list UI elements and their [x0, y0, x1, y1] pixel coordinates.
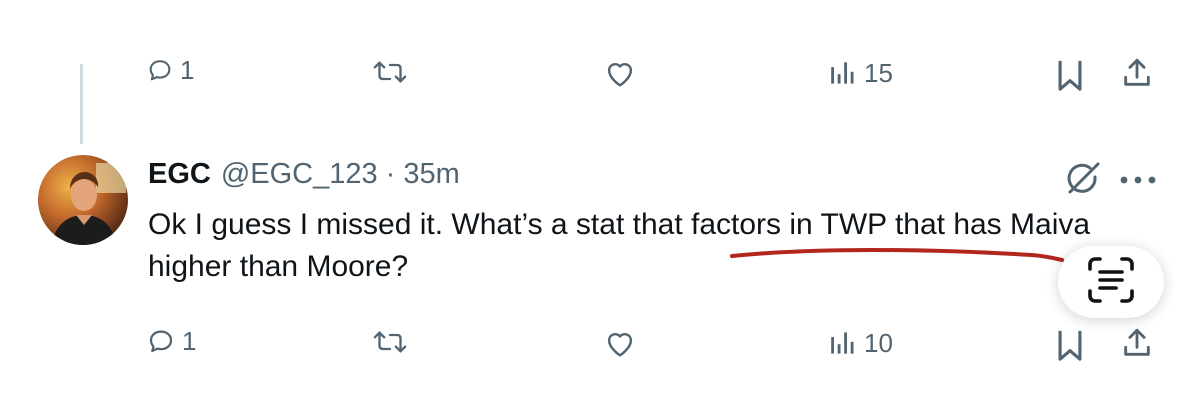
- top-views-count: 15: [864, 58, 893, 88]
- top-views-button[interactable]: 15: [828, 60, 893, 86]
- top-bookmark-button[interactable]: [1055, 58, 1085, 92]
- reply-icon: [146, 56, 174, 84]
- bookmark-icon: [1055, 58, 1085, 92]
- repost-icon: [370, 58, 410, 86]
- views-icon: [828, 330, 858, 356]
- header-separator: ·: [385, 158, 396, 190]
- share-icon: [1120, 56, 1154, 90]
- red-underline-annotation: [728, 247, 1068, 272]
- like-icon: [603, 58, 637, 88]
- reply-icon: [146, 326, 176, 356]
- reply-button[interactable]: 1: [146, 326, 196, 356]
- tweet-text: Ok I guess I missed it. What’s a stat th…: [148, 208, 1091, 283]
- views-button[interactable]: 10: [828, 330, 893, 356]
- top-action-bar: 1 15: [0, 56, 1200, 106]
- text-scan-button[interactable]: [1058, 246, 1164, 318]
- top-like-button[interactable]: [603, 58, 637, 88]
- like-icon: [603, 328, 637, 358]
- top-share-button[interactable]: [1120, 56, 1154, 90]
- tweet-action-bar: 1 10: [0, 322, 1200, 372]
- display-name[interactable]: EGC: [148, 158, 211, 191]
- top-reply-button[interactable]: 1: [146, 56, 194, 84]
- top-repost-button[interactable]: [370, 58, 410, 86]
- text-scan-icon: [1086, 255, 1136, 310]
- views-count: 10: [864, 328, 893, 358]
- repost-icon: [370, 328, 410, 356]
- share-button[interactable]: [1120, 326, 1154, 360]
- top-reply-count: 1: [180, 55, 195, 85]
- tweet-header: EGC @EGC_123 · 35m: [148, 158, 460, 191]
- grok-icon[interactable]: [1062, 158, 1104, 205]
- user-handle[interactable]: @EGC_123: [221, 158, 378, 191]
- more-icon[interactable]: [1118, 172, 1158, 190]
- bookmark-button[interactable]: [1055, 328, 1085, 362]
- like-button[interactable]: [603, 328, 637, 358]
- repost-button[interactable]: [370, 328, 410, 356]
- bookmark-icon: [1055, 328, 1085, 362]
- tweet-timestamp[interactable]: 35m: [403, 158, 459, 191]
- reply-count: 1: [182, 326, 197, 356]
- share-icon: [1120, 326, 1154, 360]
- views-icon: [828, 60, 858, 86]
- avatar[interactable]: [38, 155, 128, 245]
